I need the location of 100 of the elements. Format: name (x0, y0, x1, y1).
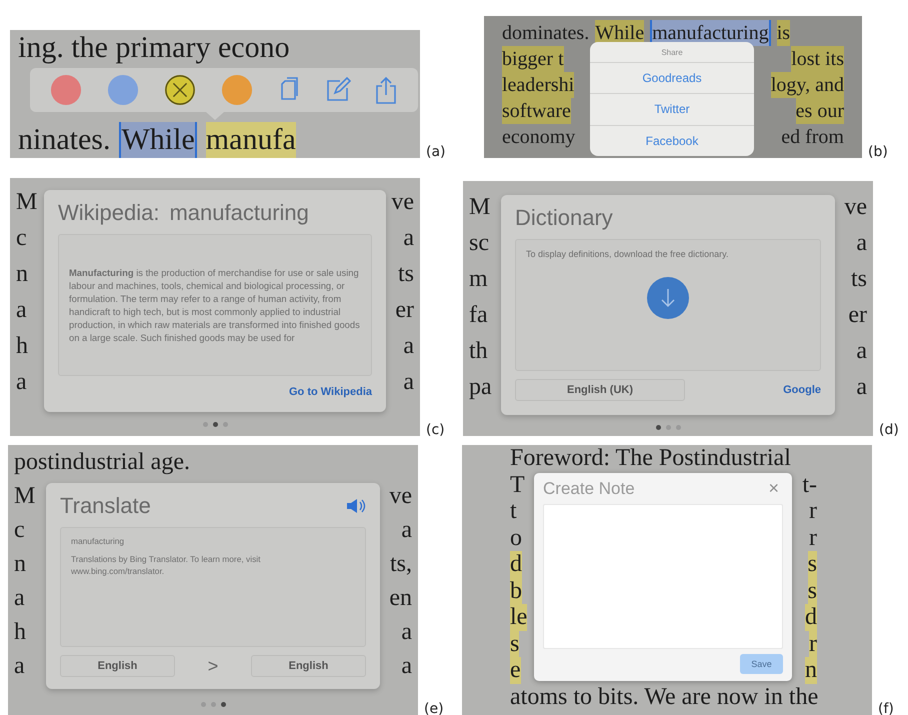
highlighted-text: r (809, 630, 817, 657)
search-term: manufacturing (169, 200, 309, 226)
highlighted-text: le (510, 604, 528, 630)
page-text: dominates. (502, 21, 590, 46)
panel-label: (e) (424, 701, 444, 715)
highlighted-text: n (805, 657, 817, 684)
highlighted-text: logy, and (770, 72, 844, 98)
highlighted-text: d (805, 604, 817, 630)
page-text: Foreword: The Postindustrial (510, 445, 791, 472)
target-language-button[interactable]: English (250, 655, 366, 677)
page-dot[interactable] (666, 425, 670, 430)
page-text: postindustrial age. (14, 448, 190, 477)
page-text: o (510, 524, 522, 551)
page-text: a (856, 229, 867, 258)
page-text: ninates. (18, 122, 110, 158)
compose-icon[interactable] (324, 77, 351, 103)
highlighted-text: s (510, 630, 520, 657)
selected-text: While (119, 122, 197, 158)
speaker-icon[interactable] (346, 498, 366, 514)
page-text: ing. the primary econo (18, 30, 290, 66)
panel-label: (d) (879, 422, 899, 438)
panel-label: (a) (426, 144, 446, 160)
share-option[interactable]: Twitter (590, 94, 754, 126)
source-language-button[interactable]: English (60, 655, 175, 677)
page-text: m (469, 265, 488, 294)
page-dot[interactable] (202, 422, 208, 427)
share-option[interactable]: Facebook (590, 126, 754, 156)
page-text: M (14, 482, 36, 511)
page-text: ts, (390, 550, 412, 579)
attribution-text: Translations by Bing Translator. To learn more, visit www.bing.com/translator. (71, 554, 262, 578)
page-dot[interactable] (210, 702, 216, 707)
highlighted-text: leadershi (502, 72, 574, 98)
page-text: ve (389, 482, 412, 511)
page-text: ts (850, 265, 867, 294)
card-title: Wikipedia: (58, 200, 160, 226)
panel-label: (b) (868, 144, 888, 160)
highlight-color-icon[interactable] (50, 74, 82, 106)
page-text: r (809, 524, 817, 551)
page-text: a (856, 337, 867, 366)
direction-arrow: > (208, 656, 218, 676)
page-text: n (14, 550, 26, 579)
page-text: er (848, 301, 867, 330)
page-text: T (510, 472, 525, 498)
page-text: a (401, 516, 412, 545)
highlighted-text: e (510, 657, 521, 684)
page-text: a (403, 332, 414, 361)
source-word: manufacturing (71, 536, 126, 548)
highlighted-text: b (510, 578, 522, 604)
page-text: er (395, 296, 414, 325)
highlight-color-icon[interactable] (220, 74, 253, 106)
page-text: ts (398, 260, 414, 289)
page-dot[interactable] (222, 422, 228, 427)
page-text: atoms to bits. We are now in the (510, 684, 818, 710)
card-title: Dictionary (515, 205, 614, 231)
remove-highlight-icon[interactable] (164, 74, 196, 106)
page-dot[interactable] (212, 422, 218, 427)
page-text: h (16, 332, 28, 361)
article-excerpt: Manufacturing is the production of merchandise for use or sale using labour and machines, tools, chemical and biological processing, or formulation. The term may refer to a range of human activity, from handicraft to high tech, but is most commonly applied to industrial production, in which raw materials are transformed into finished goods on a large scale. Such finished goods may be used for (69, 266, 361, 344)
page-text: ve (391, 188, 414, 217)
page-text: c (14, 516, 25, 545)
page-text: en (389, 584, 412, 613)
page-text: n (16, 260, 28, 289)
page-text: M (469, 193, 490, 222)
highlighted-text: d (510, 551, 522, 578)
page-text: a (401, 618, 412, 647)
page-text: a (14, 652, 25, 681)
page-text: t (510, 498, 517, 524)
page-text: a (16, 368, 27, 397)
language-button[interactable]: English (UK) (515, 379, 685, 401)
panel-label: (f) (878, 701, 894, 715)
page-text: t- (802, 472, 817, 498)
page-text: ed from (781, 125, 844, 150)
page-text: ve (844, 193, 867, 222)
page-text: economy (502, 125, 576, 150)
highlighted-text: s (808, 578, 817, 604)
google-link[interactable]: Google (783, 384, 821, 396)
wikipedia-link[interactable]: Go to Wikipedia (288, 386, 372, 398)
page-dot[interactable] (200, 702, 206, 707)
highlighted-text: lost its (791, 46, 844, 72)
page-text: r (809, 498, 817, 524)
page-text: a (16, 296, 27, 325)
page-text: pa (469, 373, 492, 402)
page-text: M (16, 188, 38, 217)
download-message: To display definitions, download the free dictionary. (526, 248, 728, 261)
page-dot[interactable] (656, 425, 660, 430)
page-text: sc (469, 229, 489, 258)
highlighted-text: s (808, 551, 817, 578)
download-icon[interactable] (647, 276, 689, 319)
page-dot[interactable] (220, 702, 226, 707)
page-dot[interactable] (676, 425, 680, 430)
close-button[interactable]: × (764, 478, 783, 499)
page-text: th (469, 337, 488, 366)
highlight-color-icon[interactable] (107, 74, 140, 106)
share-icon[interactable] (375, 76, 398, 104)
highlighted-text: bigger t (502, 46, 564, 72)
note-input-field[interactable] (543, 504, 783, 649)
panel-label: (c) (426, 422, 445, 438)
share-option[interactable]: Goodreads (590, 63, 754, 94)
dialog-title: Create Note (543, 478, 635, 498)
page-text: c (16, 224, 27, 253)
